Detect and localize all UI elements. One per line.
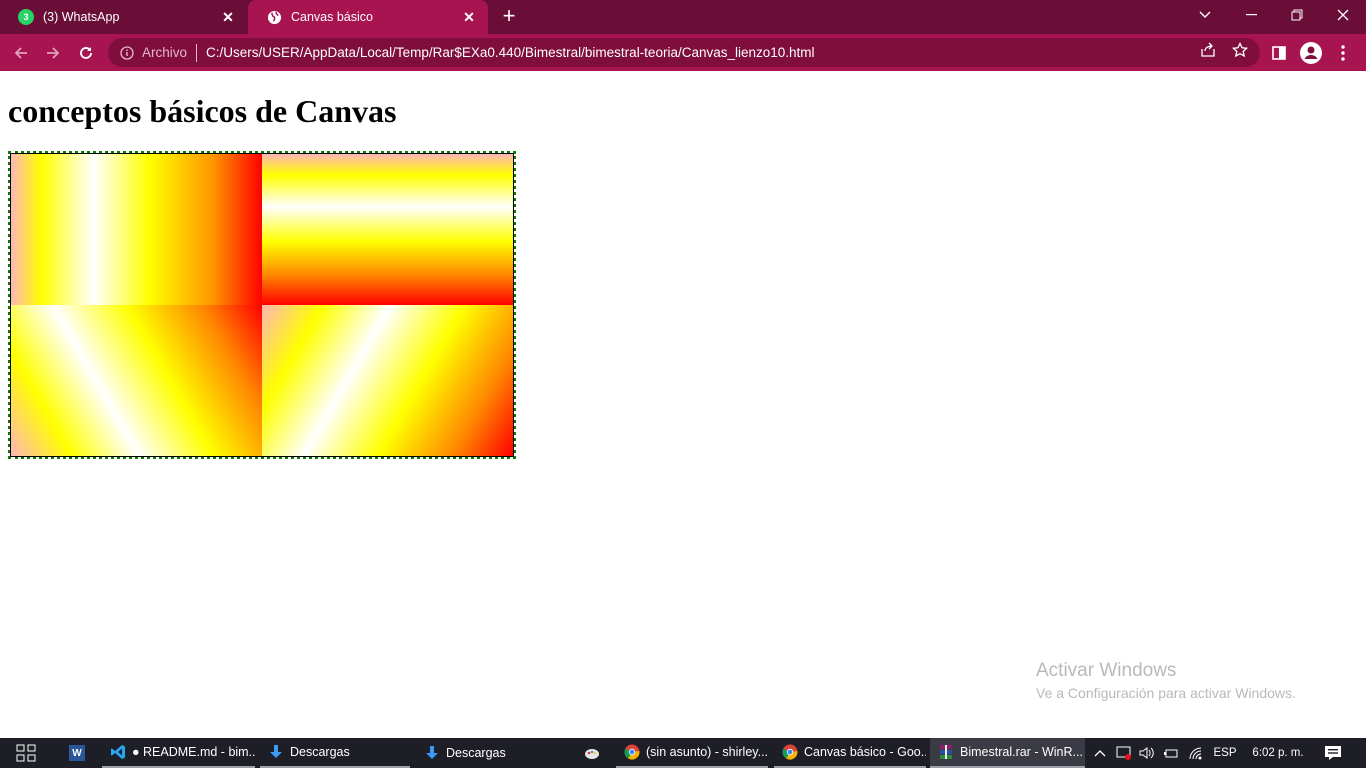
diagonal-gradient-quadrant (262, 305, 513, 456)
security-alert-icon[interactable] (1114, 738, 1134, 768)
notification-center-icon[interactable] (1318, 738, 1348, 768)
language-indicator[interactable]: ESP (1210, 738, 1240, 768)
taskbar-vscode[interactable]: ● README.md - bim... (102, 738, 255, 768)
taskbar-label: ● README.md - bim... (132, 745, 255, 759)
activate-windows-subtitle: Ve a Configuración para activar Windows. (1036, 685, 1296, 701)
vertical-gradient-quadrant (262, 154, 513, 305)
side-panel-icon[interactable] (1266, 40, 1292, 66)
taskbar-winrar[interactable]: Bimestral.rar - WinR... (930, 738, 1085, 768)
chrome-icon (624, 744, 640, 760)
globe-icon (266, 9, 282, 25)
activate-windows-title: Activar Windows (1036, 660, 1177, 681)
diagonal-gradient-quadrant (11, 305, 262, 456)
paint-icon (584, 745, 600, 761)
close-window-button[interactable] (1320, 0, 1366, 30)
chrome-icon (782, 744, 798, 760)
address-bar[interactable]: Archivo C:/Users/USER/AppData/Local/Temp… (108, 38, 1260, 67)
close-tab-icon[interactable]: ✕ (460, 8, 478, 26)
tab-title: Canvas básico (291, 10, 373, 24)
windows-taskbar: W ● README.md - bim... Descargas Descarg… (0, 738, 1366, 768)
horizontal-gradient-quadrant (11, 154, 262, 305)
taskbar-chrome-mail[interactable]: (sin asunto) - shirley... (616, 738, 768, 768)
gradient-canvas (8, 151, 516, 459)
tab-strip: 3 (3) WhatsApp ✕ Canvas básico ✕ + (0, 0, 1366, 34)
download-icon (268, 744, 284, 760)
taskbar-descargas-1[interactable]: Descargas (260, 738, 410, 768)
taskbar-label: Descargas (446, 746, 506, 760)
taskbar-chrome-canvas[interactable]: Canvas básico - Goo... (774, 738, 926, 768)
vscode-icon (110, 744, 126, 760)
tab-search-icon[interactable] (1182, 0, 1228, 30)
close-tab-icon[interactable]: ✕ (219, 8, 237, 26)
tray-overflow-chevron-icon[interactable] (1090, 738, 1110, 768)
page-heading: conceptos básicos de Canvas (8, 93, 397, 129)
share-icon[interactable] (1199, 41, 1217, 59)
task-view-icon (16, 744, 36, 762)
taskbar-word[interactable]: W (60, 738, 98, 768)
reload-button[interactable] (73, 40, 99, 66)
minimize-button[interactable] (1228, 0, 1274, 30)
tab-canvas-basico[interactable]: Canvas básico ✕ (248, 0, 488, 34)
info-icon[interactable] (119, 45, 135, 61)
restore-button[interactable] (1274, 0, 1320, 30)
new-tab-button[interactable]: + (498, 5, 520, 27)
forward-button[interactable] (40, 40, 66, 66)
taskbar-descargas-2[interactable]: Descargas (416, 738, 566, 768)
winrar-icon (938, 744, 954, 760)
battery-icon[interactable] (1161, 738, 1181, 768)
taskbar-label: Descargas (290, 745, 350, 759)
volume-icon[interactable] (1137, 738, 1157, 768)
bookmark-star-icon[interactable] (1231, 41, 1249, 59)
task-view-button[interactable] (6, 738, 46, 768)
download-icon (424, 745, 440, 761)
profile-avatar-icon[interactable] (1298, 40, 1324, 66)
url-text: C:/Users/USER/AppData/Local/Temp/Rar$EXa… (206, 45, 815, 60)
wifi-icon[interactable] (1186, 738, 1206, 768)
taskbar-label: (sin asunto) - shirley... (646, 745, 768, 759)
scheme-label: Archivo (142, 45, 188, 60)
word-icon: W (69, 745, 85, 761)
clock[interactable]: 6:02 p. m. (1248, 738, 1308, 768)
menu-kebab-icon[interactable] (1330, 40, 1356, 66)
taskbar-paint[interactable] (576, 738, 612, 768)
tab-whatsapp[interactable]: 3 (3) WhatsApp ✕ (0, 0, 247, 34)
browser-toolbar: Archivo C:/Users/USER/AppData/Local/Temp… (0, 34, 1366, 71)
whatsapp-icon: 3 (18, 9, 34, 25)
taskbar-label: Canvas básico - Goo... (804, 745, 926, 759)
back-button[interactable] (8, 40, 34, 66)
tab-title: (3) WhatsApp (43, 10, 120, 24)
taskbar-label: Bimestral.rar - WinR... (960, 745, 1083, 759)
omnibox-divider (196, 43, 198, 62)
whatsapp-badge: 3 (23, 12, 29, 22)
